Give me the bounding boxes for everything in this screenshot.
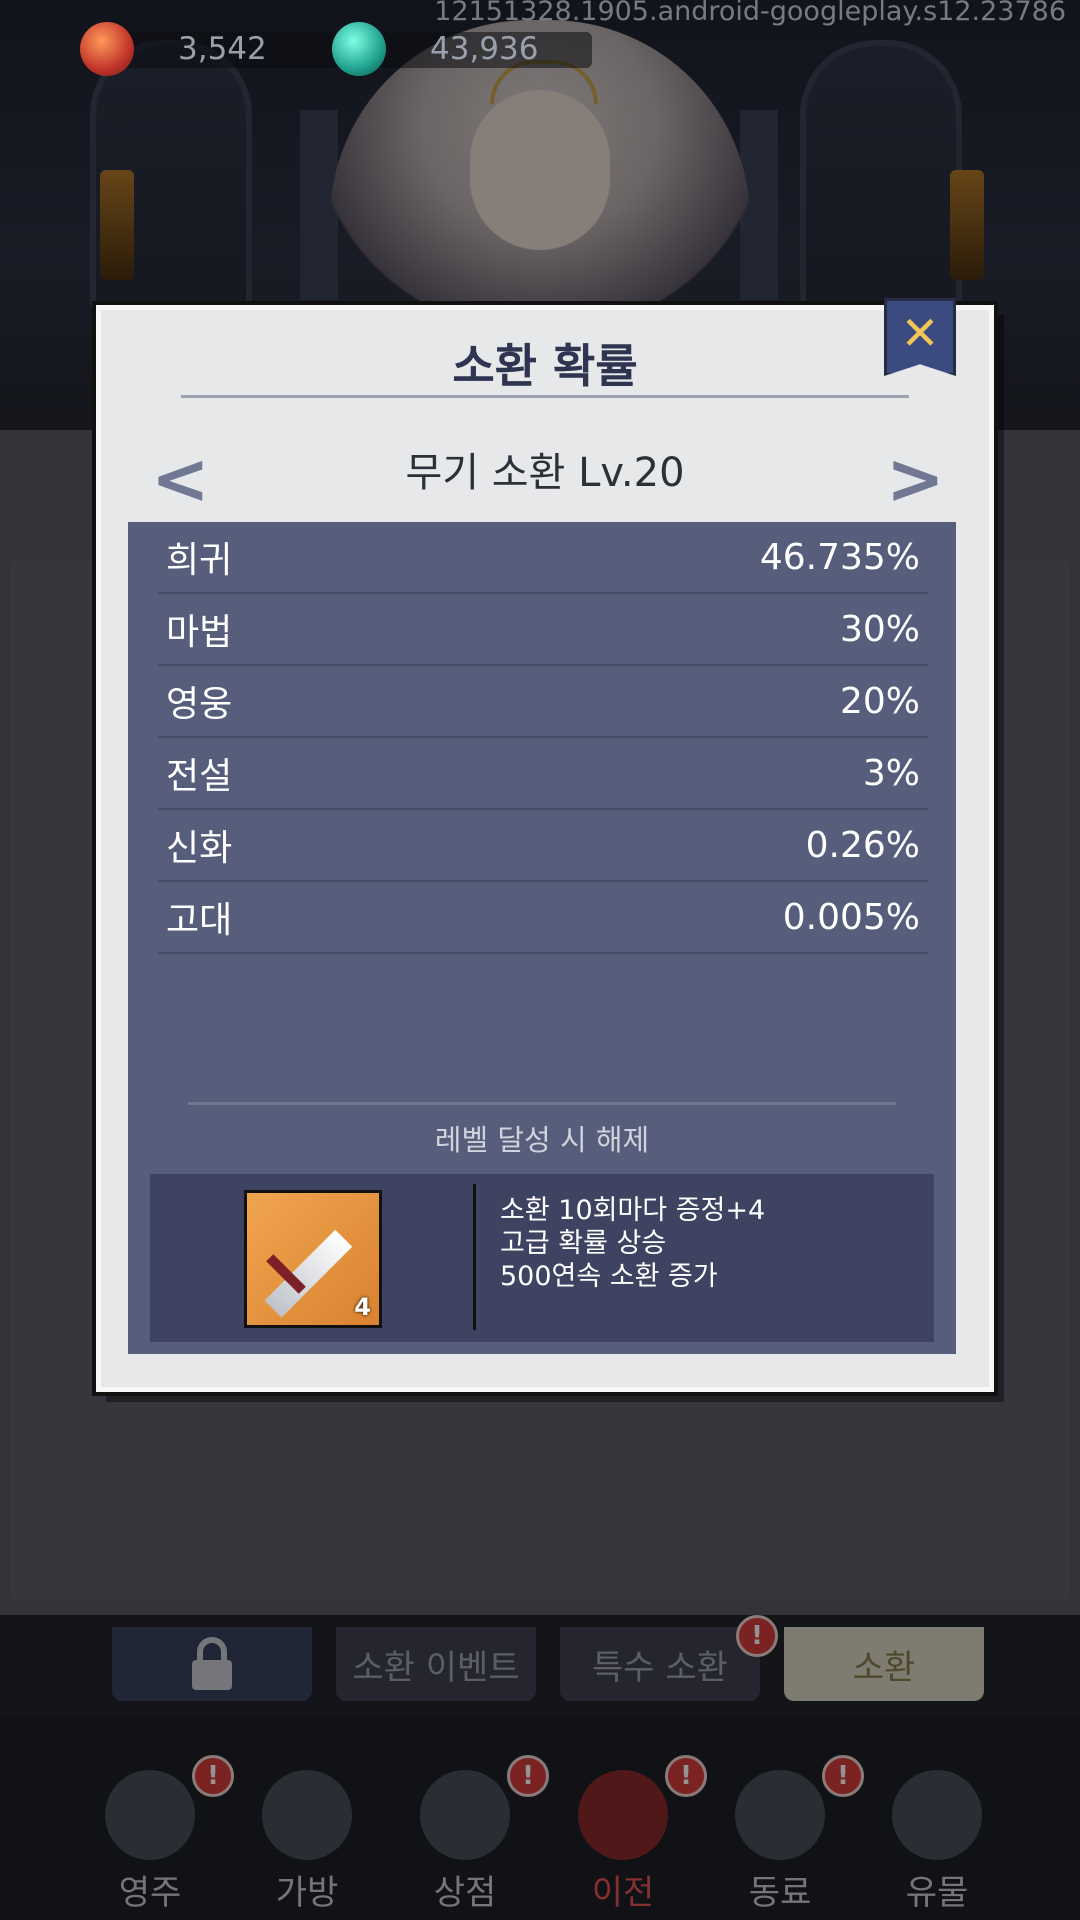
- currency-value: 43,936: [430, 31, 539, 67]
- grade-rate: 30%: [839, 608, 920, 650]
- level-reward: 4 소환 10회마다 증정+4 고급 확률 상승 500연속 소환 증가: [150, 1174, 934, 1342]
- rate-row: 희귀 46.735%: [158, 522, 928, 594]
- close-button[interactable]: ✕: [884, 298, 956, 376]
- rate-row: 전설 3%: [158, 738, 928, 810]
- rate-row: 마법 30%: [158, 594, 928, 666]
- divider: [188, 1102, 896, 1105]
- teal-gem-icon: [332, 22, 386, 76]
- grade-name: 고대: [166, 900, 233, 941]
- item-count: 4: [354, 1293, 371, 1321]
- grade-name: 마법: [166, 612, 233, 653]
- divider: [181, 395, 909, 398]
- close-icon: ✕: [900, 306, 940, 360]
- grade-name: 전설: [166, 756, 233, 797]
- grade-name: 신화: [166, 828, 233, 869]
- next-level-button[interactable]: >: [886, 438, 945, 520]
- grade-rate: 0.26%: [805, 824, 920, 866]
- grade-rate: 20%: [839, 680, 920, 722]
- chevron-right-icon: >: [886, 438, 945, 520]
- rate-row: 고대 0.005%: [158, 882, 928, 954]
- red-gem-icon: [80, 22, 134, 76]
- unlock-label: 레벨 달성 시 해제: [434, 1123, 650, 1157]
- rate-table: 희귀 46.735% 마법 30% 영웅 20% 전설 3% 신화 0.26% …: [128, 522, 956, 1354]
- reward-item[interactable]: 4: [244, 1190, 382, 1328]
- grade-rate: 0.005%: [782, 896, 920, 938]
- dialog-title: 소환 확률: [452, 339, 638, 393]
- grade-rate: 46.735%: [759, 536, 920, 578]
- currency-teal-gem: 43,936: [332, 22, 592, 76]
- summon-level-title: 무기 소환 Lv.20: [405, 450, 685, 496]
- grade-rate: 3%: [862, 752, 920, 794]
- currency-value: 3,542: [178, 31, 267, 67]
- grade-name: 영웅: [166, 684, 233, 725]
- divider: [473, 1184, 476, 1330]
- rate-row: 영웅 20%: [158, 666, 928, 738]
- reward-description: 소환 10회마다 증정+4 고급 확률 상승 500연속 소환 증가: [500, 1195, 766, 1292]
- rate-row: 신화 0.26%: [158, 810, 928, 882]
- grade-name: 희귀: [166, 540, 233, 581]
- summon-probability-dialog: 소환 확률 ✕ < 무기 소환 Lv.20 > 희귀 46.735% 마법 30…: [96, 298, 994, 1392]
